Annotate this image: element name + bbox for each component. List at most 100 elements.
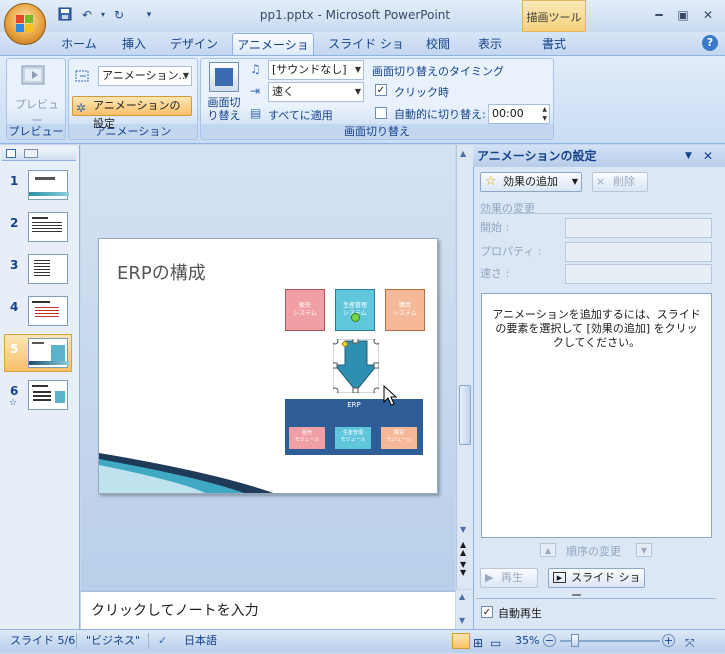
production-system-box[interactable]: 生産管理 システム xyxy=(335,289,375,331)
erp-box[interactable]: ERP 販売 モジュール 生産管理 モジュール 購買 モジュール xyxy=(285,399,423,455)
auto-advance-time-value: 00:00 xyxy=(492,107,524,120)
zoom-in-icon[interactable]: + xyxy=(662,634,675,647)
tab-insert[interactable]: 挿入 xyxy=(116,33,152,55)
divider xyxy=(148,633,149,649)
production-module-box[interactable]: 生産管理 モジュール xyxy=(335,427,371,449)
tab-view[interactable]: 表示 xyxy=(472,33,508,55)
maximize-button[interactable]: ▣ xyxy=(672,7,694,23)
divider xyxy=(480,213,712,214)
slide-thumbnail-3[interactable] xyxy=(28,254,68,284)
save-icon[interactable] xyxy=(56,7,74,23)
star-icon: ☆ xyxy=(485,174,497,189)
start-combo[interactable] xyxy=(565,218,712,238)
tab-design[interactable]: デザイン xyxy=(168,33,220,55)
office-button[interactable] xyxy=(4,3,46,45)
scroll-down-icon[interactable]: ▼ xyxy=(459,616,465,625)
transition-group-label: 画面切り替え xyxy=(201,124,553,139)
transition-button-line2: り替え xyxy=(207,109,241,122)
purchasing-system-box[interactable]: 購買 システム xyxy=(385,289,425,331)
apply-all-button[interactable]: すべてに適用 xyxy=(268,107,333,123)
outline-tab-icon[interactable] xyxy=(24,149,38,158)
tab-animation[interactable]: アニメーション xyxy=(232,33,314,74)
custom-animation-button[interactable]: ✲ アニメーションの設定 xyxy=(72,96,192,130)
sales-system-box[interactable]: 販売 システム xyxy=(285,289,325,331)
customize-qat-icon[interactable]: ▾ xyxy=(140,7,158,23)
tab-review[interactable]: 校閲 xyxy=(420,33,456,55)
property-combo[interactable] xyxy=(565,242,712,262)
auto-advance-label: 自動的に切り替え: xyxy=(394,108,486,121)
auto-advance-time[interactable]: 00:00 ▲ ▼ xyxy=(488,104,550,124)
preview-button[interactable]: プレビュー xyxy=(10,96,64,128)
speed-combo[interactable]: 速く ▼ xyxy=(268,82,364,102)
slide-thumbnail-1[interactable] xyxy=(28,170,69,200)
minimize-button[interactable]: ━ xyxy=(648,7,670,23)
rotation-handle-icon[interactable] xyxy=(351,313,360,322)
chevron-down-icon: ▼ xyxy=(354,87,361,96)
notes-pane[interactable]: クリックしてノートを入力 xyxy=(81,590,455,629)
chevron-down-icon: ▼ xyxy=(182,71,189,80)
vertical-scrollbar[interactable]: ▲ ▼ ▲ ▲ ▼ ▼ xyxy=(456,145,473,589)
slide-number: 2 xyxy=(10,216,19,230)
notes-scrollbar[interactable]: ▲ ▼ xyxy=(456,590,473,629)
scroll-up-icon[interactable]: ▲ xyxy=(459,592,465,601)
tab-home[interactable]: ホーム xyxy=(56,33,102,55)
play-button[interactable]: ▶ 再生 xyxy=(480,568,538,588)
zoom-slider-thumb[interactable] xyxy=(571,634,579,647)
taskpane-menu-icon[interactable]: ▼ xyxy=(685,145,692,167)
zoom-out-icon[interactable]: − xyxy=(543,634,556,647)
start-label: 開始 : xyxy=(480,221,510,234)
animation-list[interactable]: アニメーションを追加するには、スライドの要素を選択して [効果の追加] をクリッ… xyxy=(481,293,712,538)
slide-thumbnail-6[interactable] xyxy=(28,380,68,410)
on-click-checkbox[interactable]: ✓ xyxy=(375,84,387,96)
slideshow-view-icon[interactable]: ▭ xyxy=(490,632,501,654)
taskpane-close-icon[interactable]: ✕ xyxy=(703,145,713,167)
zoom-level[interactable]: 35% xyxy=(515,630,539,652)
tab-format[interactable]: 書式 xyxy=(530,33,578,55)
slide-number: 3 xyxy=(10,258,19,272)
slide-sorter-icon[interactable]: ⊞ xyxy=(473,632,483,654)
theme-name: "ビジネス" xyxy=(86,634,141,647)
language[interactable]: 日本語 xyxy=(184,630,217,652)
slide-thumbnail-4[interactable] xyxy=(28,296,68,326)
help-icon[interactable]: ? xyxy=(702,35,718,51)
erp-label: ERP xyxy=(347,401,361,409)
fit-to-window-icon[interactable]: ⤧ xyxy=(685,632,695,654)
purchasing-module-box[interactable]: 購買 モジュール xyxy=(381,427,417,449)
speed-combo-pane[interactable] xyxy=(565,264,712,284)
timing-title: 画面切り替えのタイミング xyxy=(372,65,504,78)
divider xyxy=(76,633,77,649)
speed-combo-value: 速く xyxy=(272,85,294,98)
sales-module-box[interactable]: 販売 モジュール xyxy=(289,427,325,449)
redo-icon[interactable]: ↻ xyxy=(110,7,128,23)
transition-button[interactable]: 画面切 り替え xyxy=(204,96,244,122)
move-down-icon[interactable]: ▼ xyxy=(636,543,652,557)
sound-combo[interactable]: [サウンドなし] ▼ xyxy=(268,60,364,80)
contextual-tab-header: 描画ツール xyxy=(522,0,586,32)
slide-canvas[interactable]: ERPの構成 販売 システム 生産管理 システム 購買 システム ERP 販売 … xyxy=(98,238,438,494)
scroll-thumb[interactable] xyxy=(459,385,471,445)
slide-thumbnail-5[interactable] xyxy=(28,338,69,368)
tab-slideshow[interactable]: スライド ショー xyxy=(326,33,406,73)
spellcheck-icon[interactable]: ✓ xyxy=(158,630,167,652)
auto-advance-checkbox[interactable] xyxy=(375,107,387,119)
move-up-icon[interactable]: ▲ xyxy=(540,543,556,557)
prev-slide-icon[interactable]: ▲ ▲ xyxy=(460,541,466,557)
close-button[interactable]: ✕ xyxy=(697,7,719,23)
slide-number: 5 xyxy=(10,342,19,356)
slide-number: 6 xyxy=(10,384,19,398)
autoplay-checkbox[interactable]: ✓ xyxy=(481,606,493,618)
slide-title[interactable]: ERPの構成 xyxy=(117,259,206,285)
slideshow-button[interactable]: ▶ スライド ショー xyxy=(548,568,645,602)
window-title: pp1.pptx - Microsoft PowerPoint xyxy=(259,8,451,22)
scroll-up-icon[interactable]: ▲ xyxy=(460,149,470,159)
slide-thumbnail-2[interactable] xyxy=(28,212,68,242)
next-slide-icon[interactable]: ▼ ▼ xyxy=(460,561,466,577)
slides-tab-icon[interactable] xyxy=(6,149,16,158)
normal-view-icon[interactable] xyxy=(452,633,470,649)
down-arrow-shape[interactable] xyxy=(331,337,381,395)
animation-combo[interactable]: アニメーション.. ▼ xyxy=(98,66,192,86)
scroll-down-icon[interactable]: ▼ xyxy=(460,525,466,534)
add-effect-button[interactable]: ☆ 効果の追加 ▼ xyxy=(480,172,582,192)
panel-tabs xyxy=(2,147,76,161)
remove-button[interactable]: ⨯ 削除 xyxy=(592,172,648,192)
